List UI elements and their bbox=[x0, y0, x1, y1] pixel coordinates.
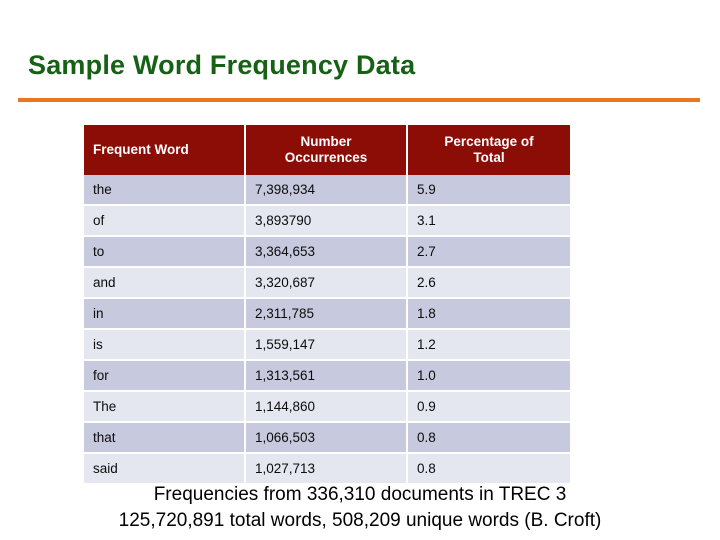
cell-percentage-of-total: 1.2 bbox=[408, 330, 570, 361]
slide-canvas: Sample Word Frequency Data Frequent Word… bbox=[0, 0, 720, 540]
cell-percentage-of-total: 3.1 bbox=[408, 206, 570, 237]
word-frequency-table: Frequent Word Number Occurrences Percent… bbox=[84, 125, 570, 483]
cell-percentage-of-total: 0.8 bbox=[408, 423, 570, 454]
column-header-number-occurrences: Number Occurrences bbox=[246, 125, 408, 175]
column-header-number-occurrences-line2: Occurrences bbox=[284, 150, 368, 165]
cell-frequent-word: to bbox=[84, 237, 246, 268]
cell-number-occurrences: 3,364,653 bbox=[246, 237, 408, 268]
table-row: for 1,313,561 1.0 bbox=[84, 361, 570, 392]
table-row: is 1,559,147 1.2 bbox=[84, 330, 570, 361]
cell-percentage-of-total: 1.8 bbox=[408, 299, 570, 330]
cell-frequent-word: for bbox=[84, 361, 246, 392]
page-title: Sample Word Frequency Data bbox=[28, 50, 416, 80]
table-row: to 3,364,653 2.7 bbox=[84, 237, 570, 268]
column-header-percentage-of-total-line2: Total bbox=[473, 150, 505, 165]
column-header-frequent-word: Frequent Word bbox=[84, 125, 246, 175]
column-header-number-occurrences-line1: Number bbox=[300, 134, 352, 149]
cell-frequent-word: The bbox=[84, 392, 246, 423]
cell-percentage-of-total: 0.8 bbox=[408, 454, 570, 483]
cell-frequent-word: is bbox=[84, 330, 246, 361]
cell-number-occurrences: 2,311,785 bbox=[246, 299, 408, 330]
footer-line-2: 125,720,891 total words, 508,209 unique … bbox=[118, 510, 602, 531]
title-divider-rule bbox=[18, 98, 700, 102]
cell-frequent-word: the bbox=[84, 175, 246, 206]
cell-number-occurrences: 1,066,503 bbox=[246, 423, 408, 454]
table-header: Frequent Word Number Occurrences Percent… bbox=[84, 125, 570, 175]
footer-line-1: Frequencies from 336,310 documents in TR… bbox=[153, 484, 567, 505]
table-row: the 7,398,934 5.9 bbox=[84, 175, 570, 206]
table-row: and 3,320,687 2.6 bbox=[84, 268, 570, 299]
cell-frequent-word: and bbox=[84, 268, 246, 299]
table-row: that 1,066,503 0.8 bbox=[84, 423, 570, 454]
column-header-percentage-of-total: Percentage of Total bbox=[408, 125, 570, 175]
cell-number-occurrences: 1,144,860 bbox=[246, 392, 408, 423]
cell-percentage-of-total: 1.0 bbox=[408, 361, 570, 392]
cell-frequent-word: said bbox=[84, 454, 246, 483]
table-row: of 3,893790 3.1 bbox=[84, 206, 570, 237]
cell-frequent-word: of bbox=[84, 206, 246, 237]
cell-number-occurrences: 3,893790 bbox=[246, 206, 408, 237]
cell-frequent-word: that bbox=[84, 423, 246, 454]
cell-number-occurrences: 1,027,713 bbox=[246, 454, 408, 483]
cell-number-occurrences: 1,559,147 bbox=[246, 330, 408, 361]
cell-percentage-of-total: 2.6 bbox=[408, 268, 570, 299]
table-row: said 1,027,713 0.8 bbox=[84, 454, 570, 483]
column-header-percentage-of-total-line1: Percentage of bbox=[444, 134, 534, 149]
cell-percentage-of-total: 2.7 bbox=[408, 237, 570, 268]
cell-frequent-word: in bbox=[84, 299, 246, 330]
table-body: the 7,398,934 5.9 of 3,893790 3.1 to 3,364,653 2… bbox=[84, 175, 570, 483]
cell-percentage-of-total: 5.9 bbox=[408, 175, 570, 206]
table-row: in 2,311,785 1.8 bbox=[84, 299, 570, 330]
cell-number-occurrences: 3,320,687 bbox=[246, 268, 408, 299]
table-header-row: Frequent Word Number Occurrences Percent… bbox=[84, 125, 570, 175]
cell-number-occurrences: 1,313,561 bbox=[246, 361, 408, 392]
slide-footer-caption: Frequencies from 336,310 documents in TR… bbox=[18, 482, 702, 534]
cell-percentage-of-total: 0.9 bbox=[408, 392, 570, 423]
table-row: The 1,144,860 0.9 bbox=[84, 392, 570, 423]
cell-number-occurrences: 7,398,934 bbox=[246, 175, 408, 206]
